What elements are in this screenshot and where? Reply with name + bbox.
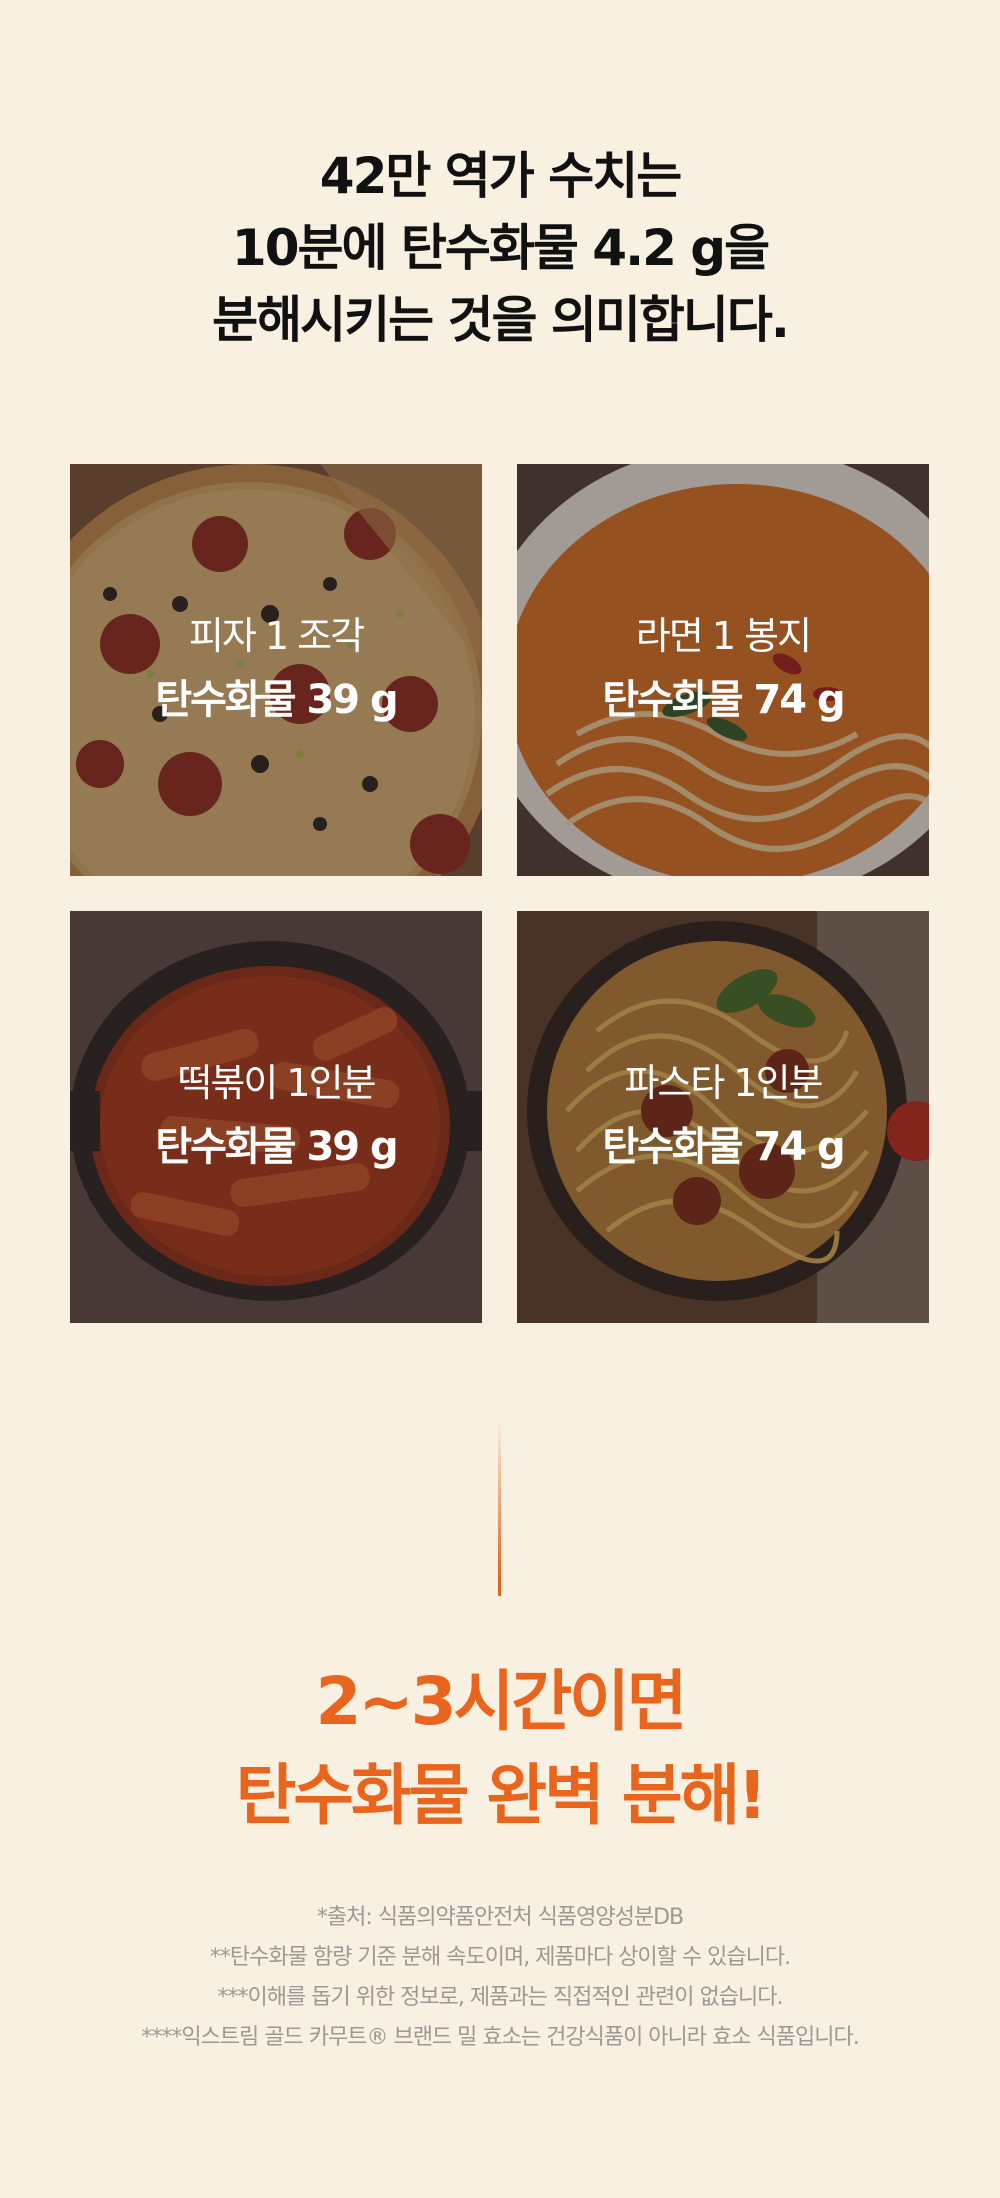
food-caption: 라면 1 봉지 탄수화물 74 g [517,606,929,734]
food-carbs: 탄수화물 39 g [155,677,398,723]
footnote: **탄수화물 함량 기준 분해 속도이며, 제품마다 상이할 수 있습니다. [209,1945,791,1970]
result-line-1: 2~3시간이면 [315,1663,687,1740]
headline-line-2: 10분에 탄수화물 4.2 g을 [231,219,770,277]
footnotes: *출처: 식품의약품안전처 식품영양성분DB **탄수화물 함량 기준 분해 속… [0,1898,1000,2058]
food-name: 라면 1 봉지 [635,614,812,658]
footnote: ***이해를 돕기 위한 정보로, 제품과는 직접적인 관련이 없습니다. [217,1985,784,2010]
result-headline: 2~3시간이면 탄수화물 완벽 분해! [0,1655,1000,1843]
food-name: 피자 1 조각 [188,614,365,658]
food-carbs: 탄수화물 74 g [602,677,845,723]
food-grid: 피자 1 조각 탄수화물 39 g 라면 1 봉지 탄수화물 74 g 떡볶이 … [70,464,930,1324]
food-tile-pasta: 파스타 1인분 탄수화물 74 g [517,911,929,1323]
food-tile-ramen: 라면 1 봉지 탄수화물 74 g [517,464,929,876]
footnote: ****익스트림 골드 카무트® 브랜드 밀 효소는 건강식품이 아니라 효소 … [141,2025,859,2050]
food-carbs: 탄수화물 39 g [155,1124,398,1170]
footnote: *출처: 식품의약품안전처 식품영양성분DB [316,1905,684,1930]
food-tile-tteokbokki: 떡볶이 1인분 탄수화물 39 g [70,911,482,1323]
headline-line-3: 분해시키는 것을 의미합니다. [212,291,790,349]
food-carbs: 탄수화물 74 g [602,1124,845,1170]
food-name: 파스타 1인분 [624,1061,823,1105]
food-caption: 피자 1 조각 탄수화물 39 g [70,606,482,734]
food-caption: 떡볶이 1인분 탄수화물 39 g [70,1053,482,1181]
headline-line-1: 42만 역가 수치는 [319,147,682,205]
vertical-divider [498,1420,501,1596]
food-name: 떡볶이 1인분 [177,1061,376,1105]
result-line-2: 탄수화물 완벽 분해! [235,1757,768,1834]
headline: 42만 역가 수치는 10분에 탄수화물 4.2 g을 분해시키는 것을 의미합… [0,140,1000,356]
food-tile-pizza: 피자 1 조각 탄수화물 39 g [70,464,482,876]
food-caption: 파스타 1인분 탄수화물 74 g [517,1053,929,1181]
